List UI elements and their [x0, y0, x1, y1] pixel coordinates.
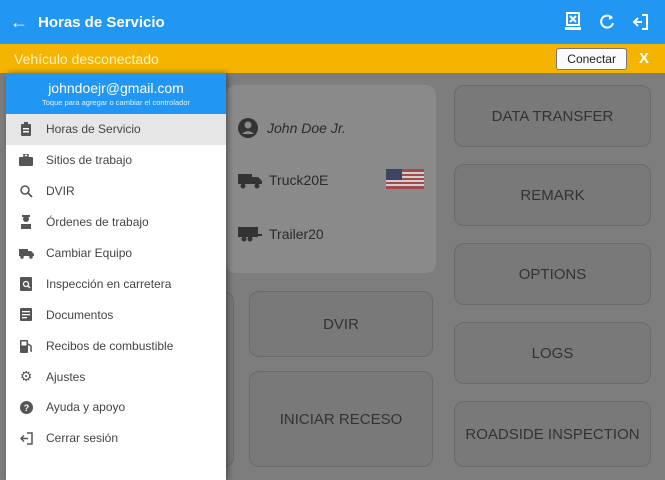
trailer-row: Trailer20 — [237, 225, 324, 243]
menu-label: Sitios de trabajo — [46, 153, 133, 168]
banner-message: Vehículo desconectado — [14, 50, 159, 67]
trailer-icon — [238, 227, 262, 242]
svg-text:?: ? — [23, 403, 29, 413]
options-button[interactable]: OPTIONS — [454, 243, 651, 305]
menu-item-ajustes[interactable]: ⚙ Ajustes — [6, 361, 226, 392]
clipboard-icon — [6, 122, 46, 137]
driver-row: John Doe Jr. — [237, 117, 346, 139]
menu-item-ordenes-de-trabajo[interactable]: Órdenes de trabajo — [6, 207, 226, 238]
driver-name: John Doe Jr. — [267, 120, 346, 136]
trailer-name: Trailer20 — [269, 226, 324, 242]
truck-row: Truck20E — [237, 171, 328, 189]
vehicle-disconnected-banner: Vehículo desconectado Conectar X — [0, 44, 665, 73]
iniciar-receso-button[interactable]: INICIAR RECESO — [249, 371, 433, 467]
menu-item-horas-de-servicio[interactable]: Horas de Servicio — [6, 114, 226, 145]
menu-item-cambiar-equipo[interactable]: Cambiar Equipo — [6, 238, 226, 269]
menu-item-inspeccion-en-carretera[interactable]: Inspección en carretera — [6, 268, 226, 299]
menu-label: DVIR — [46, 184, 75, 199]
driver-change-hint: Toque para agregar o cambiar el controla… — [41, 98, 190, 107]
us-flag-icon — [386, 169, 424, 189]
menu-label: Órdenes de trabajo — [46, 215, 149, 230]
menu-label: Inspección en carretera — [46, 276, 172, 291]
remark-button[interactable]: REMARK — [454, 164, 651, 226]
menu-item-ayuda-y-apoyo[interactable]: ? Ayuda y apoyo — [6, 392, 226, 423]
person-icon — [238, 118, 258, 138]
logs-button[interactable]: LOGS — [454, 322, 651, 384]
logout-icon — [6, 432, 46, 445]
truck-icon — [238, 174, 262, 189]
inspection-icon — [6, 276, 46, 291]
briefcase-icon — [6, 154, 46, 167]
worker-icon — [6, 215, 46, 230]
driver-email: johndoejr@gmail.com — [48, 80, 184, 96]
menu-label: Ajustes — [46, 369, 86, 384]
back-arrow-icon[interactable]: ← — [0, 12, 38, 33]
truck-name: Truck20E — [269, 172, 329, 188]
help-icon: ? — [6, 400, 46, 414]
data-transfer-button[interactable]: DATA TRANSFER — [454, 85, 651, 147]
menu-label: Documentos — [46, 307, 114, 322]
menu-item-dvir[interactable]: DVIR — [6, 176, 226, 207]
connect-button[interactable]: Conectar — [556, 47, 627, 70]
menu-label: Cerrar sesión — [46, 431, 119, 446]
truck-icon — [6, 248, 46, 259]
roadside-inspection-button[interactable]: ROADSIDE INSPECTION — [454, 401, 651, 467]
fuel-icon — [6, 339, 46, 353]
gear-icon: ⚙ — [19, 368, 33, 385]
dvir-button[interactable]: DVIR — [249, 291, 433, 357]
navigation-drawer: johndoejr@gmail.com Toque para agregar o… — [6, 73, 226, 480]
menu-label: Horas de Servicio — [46, 122, 141, 137]
menu-label: Recibos de combustible — [46, 338, 174, 353]
drawer-header[interactable]: johndoejr@gmail.com Toque para agregar o… — [6, 73, 226, 114]
menu-label: Ayuda y apoyo — [46, 400, 126, 415]
menu-item-cerrar-sesion[interactable]: Cerrar sesión — [6, 423, 226, 454]
page-title: Horas de Servicio — [38, 13, 165, 31]
app-bar: ← Horas de Servicio — [0, 0, 665, 44]
document-icon — [6, 308, 46, 322]
menu-item-recibos-de-combustible[interactable]: Recibos de combustible — [6, 330, 226, 361]
menu-item-documentos[interactable]: Documentos — [6, 299, 226, 330]
logout-icon[interactable] — [625, 6, 657, 38]
search-icon — [6, 184, 46, 198]
menu-item-sitios-de-trabajo[interactable]: Sitios de trabajo — [6, 145, 226, 176]
menu-label: Cambiar Equipo — [46, 246, 133, 260]
eld-device-icon[interactable] — [557, 6, 589, 38]
close-banner-button[interactable]: X — [639, 50, 649, 67]
refresh-icon[interactable] — [591, 6, 623, 38]
